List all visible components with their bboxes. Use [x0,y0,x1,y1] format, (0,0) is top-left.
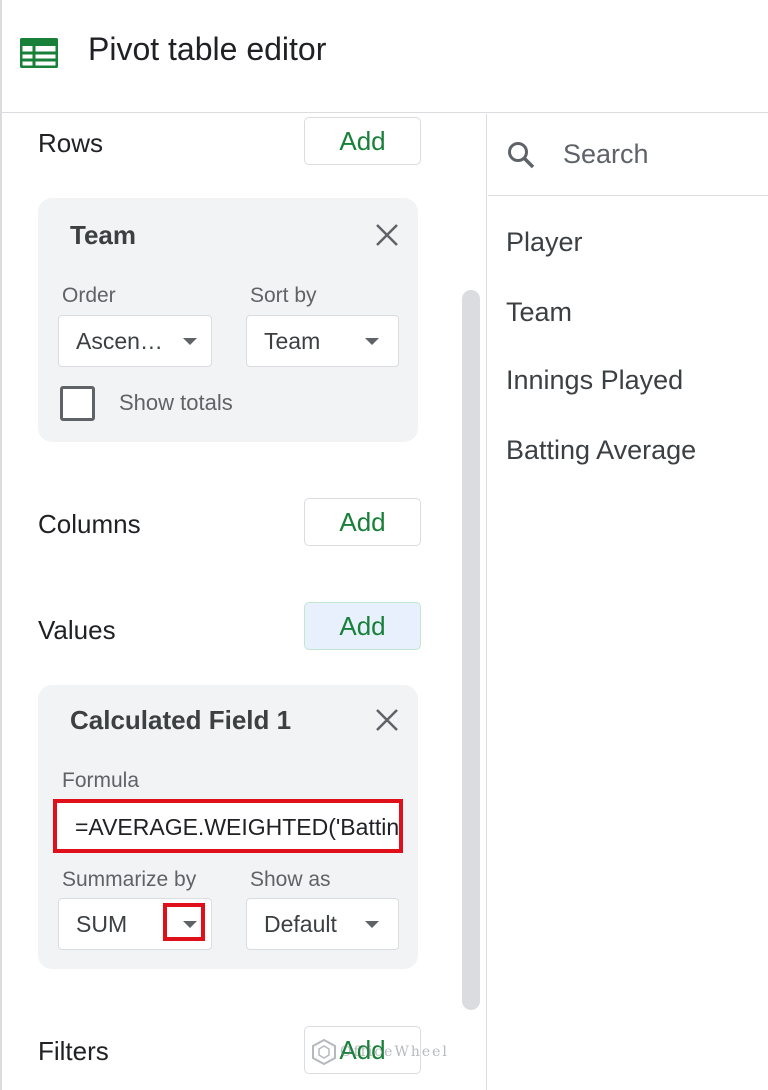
show-as-label: Show as [250,868,331,891]
field-search [488,114,768,196]
editor-header: Pivot table editor [2,0,768,113]
field-team[interactable]: Team [506,297,572,328]
field-player[interactable]: Player [506,227,583,258]
show-as-select[interactable]: Default [246,898,399,950]
field-innings-played[interactable]: Innings Played [506,365,683,396]
chevron-down-icon [365,338,379,345]
row-card-title: Team [70,220,136,250]
columns-add-button[interactable]: Add [304,498,421,546]
order-select[interactable]: Ascen… [58,315,212,367]
show-as-value: Default [264,911,337,937]
calculated-field-card: Calculated Field 1 Formula =AVERAGE.WEIG… [38,685,418,969]
sheets-icon [20,38,58,68]
search-input[interactable] [563,134,763,174]
close-icon[interactable] [374,707,400,733]
summarize-by-label: Summarize by [62,868,197,891]
panel-title: Pivot table editor [88,31,327,67]
value-card-title: Calculated Field 1 [70,705,292,735]
field-batting-average[interactable]: Batting Average [506,435,696,466]
summarize-by-value: SUM [76,911,128,937]
order-value: Ascen… [76,328,163,354]
panel-scrollbar[interactable] [462,290,480,1010]
filters-label: Filters [38,1036,109,1066]
sort-by-label: Sort by [250,284,317,307]
close-icon[interactable] [374,222,400,248]
columns-label: Columns [38,509,141,539]
search-icon [508,142,535,169]
sort-by-select[interactable]: Team [246,315,399,367]
formula-value: =AVERAGE.WEIGHTED('Battin [75,814,400,840]
chevron-down-icon [365,921,379,928]
formula-input[interactable]: =AVERAGE.WEIGHTED('Battin [53,799,403,853]
order-label: Order [62,284,116,307]
watermark-logo-icon [312,1039,336,1065]
show-totals-checkbox[interactable] [60,386,95,421]
watermark: OfficeWheel [312,1034,462,1070]
dropdown-highlight-box [163,903,205,941]
rows-label: Rows [38,128,104,158]
rows-add-button[interactable]: Add [304,117,421,165]
team-row-card: Team Order Ascen… Sort by Team Show tota… [38,198,418,442]
values-add-button[interactable]: Add [304,602,421,650]
chevron-down-icon [183,338,197,345]
values-label: Values [38,615,116,645]
formula-label: Formula [62,769,140,792]
sort-by-value: Team [264,328,321,354]
watermark-text: OfficeWheel [340,1044,449,1060]
pivot-config-panel: Rows Add Team Order Ascen… Sort by Team … [2,114,487,1090]
show-totals-label: Show totals [119,390,233,415]
